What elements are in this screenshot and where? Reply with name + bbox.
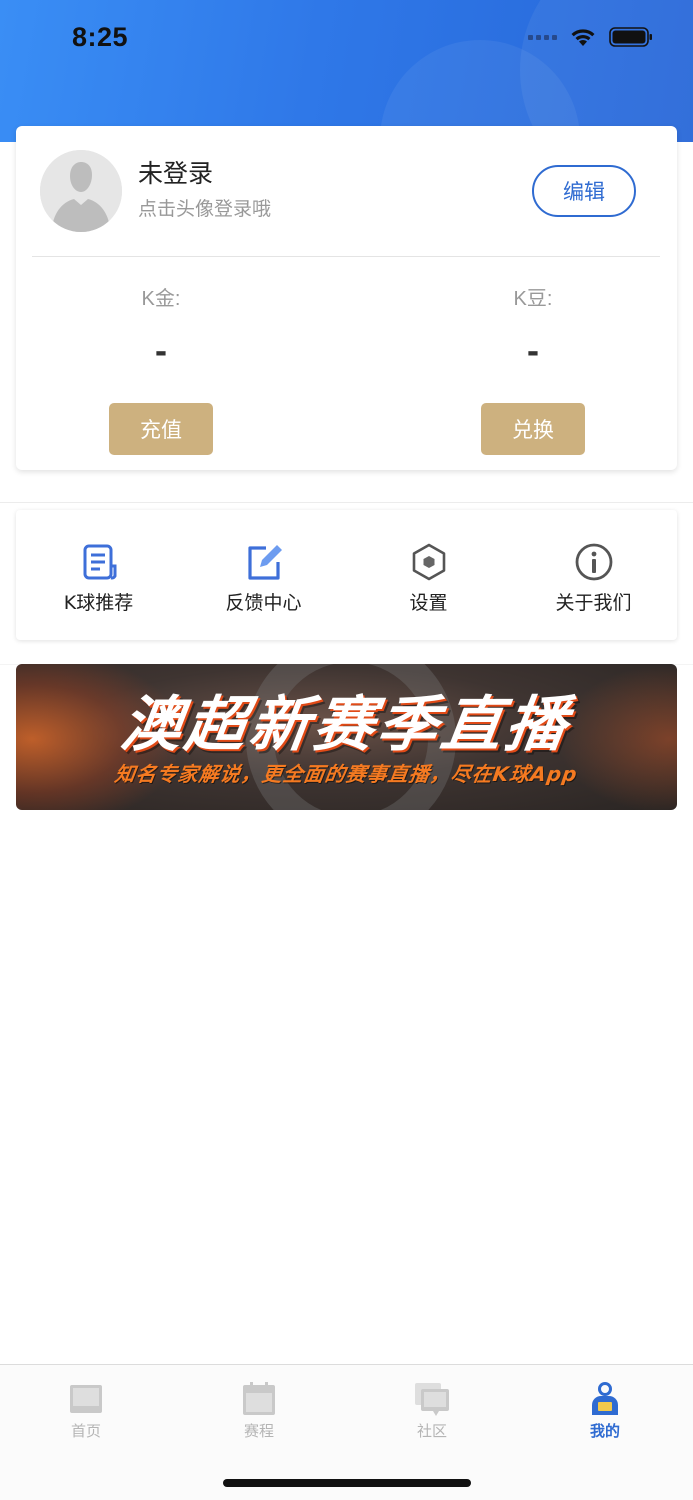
my-profile-screen: 8:25 未登录 点击头像登录哦 编辑 K金: - 充值 K豆: - 兑换 K球… [0,0,693,1500]
beans-value: - [526,335,540,370]
menu-item-about[interactable]: 关于我们 [511,510,676,640]
gold-balance: K金: - 充值 [109,282,213,455]
home-indicator [223,1479,471,1487]
avatar[interactable] [40,150,122,232]
exchange-button[interactable]: 兑换 [481,403,585,455]
profile-card: 未登录 点击头像登录哦 编辑 K金: - 充值 K豆: - 兑换 [16,126,677,470]
tab-label: 我的 [589,1422,620,1440]
menu-label: K球推荐 [63,592,134,614]
tab-community[interactable]: 社区 [387,1381,477,1441]
menu-card: K球推荐 反馈中心 设置 关于我们 [16,510,677,640]
banner-title: 澳超新赛季直播 [116,690,575,760]
tab-profile[interactable]: 我的 [560,1381,650,1441]
beans-label: K豆: [513,288,553,310]
status-time: 8:25 [72,22,129,52]
gold-value: - [154,335,168,370]
recharge-button[interactable]: 充值 [109,403,213,455]
wifi-icon [571,29,595,46]
menu-label: 关于我们 [555,592,632,614]
tab-schedule[interactable]: 赛程 [214,1381,304,1441]
status-indicators [528,27,653,47]
edit-button[interactable]: 编辑 [532,165,636,217]
cellular-signal-icon [528,34,557,40]
community-icon [415,1383,449,1416]
edit-icon [247,545,282,580]
login-status-title[interactable]: 未登录 [138,154,213,190]
info-icon [575,543,612,581]
promo-banner[interactable]: 澳超新赛季直播 知名专家解说，更全面的赛事直播，尽在K球App [16,664,677,810]
battery-icon [609,27,652,47]
menu-item-settings[interactable]: 设置 [346,510,511,640]
tab-home[interactable]: 首页 [41,1381,131,1441]
calendar-icon [243,1382,275,1415]
menu-label: 设置 [409,592,448,614]
gold-label: K金: [141,288,181,310]
card-divider [32,256,660,257]
document-icon [83,544,116,580]
hexagon-settings-icon [412,543,445,581]
login-hint[interactable]: 点击头像登录哦 [138,194,271,221]
tab-label: 首页 [70,1422,101,1440]
menu-label: 反馈中心 [225,592,302,614]
section-divider [0,502,693,503]
menu-item-feedback[interactable]: 反馈中心 [181,510,346,640]
home-icon [70,1385,102,1413]
tab-label: 赛程 [243,1422,274,1440]
banner-subtitle: 知名专家解说，更全面的赛事直播，尽在K球App [113,762,580,786]
profile-icon [592,1382,618,1415]
user-silhouette-icon [40,150,122,232]
menu-item-recommend[interactable]: K球推荐 [16,510,181,640]
tab-label: 社区 [416,1422,447,1440]
beans-balance: K豆: - 兑换 [481,282,585,455]
